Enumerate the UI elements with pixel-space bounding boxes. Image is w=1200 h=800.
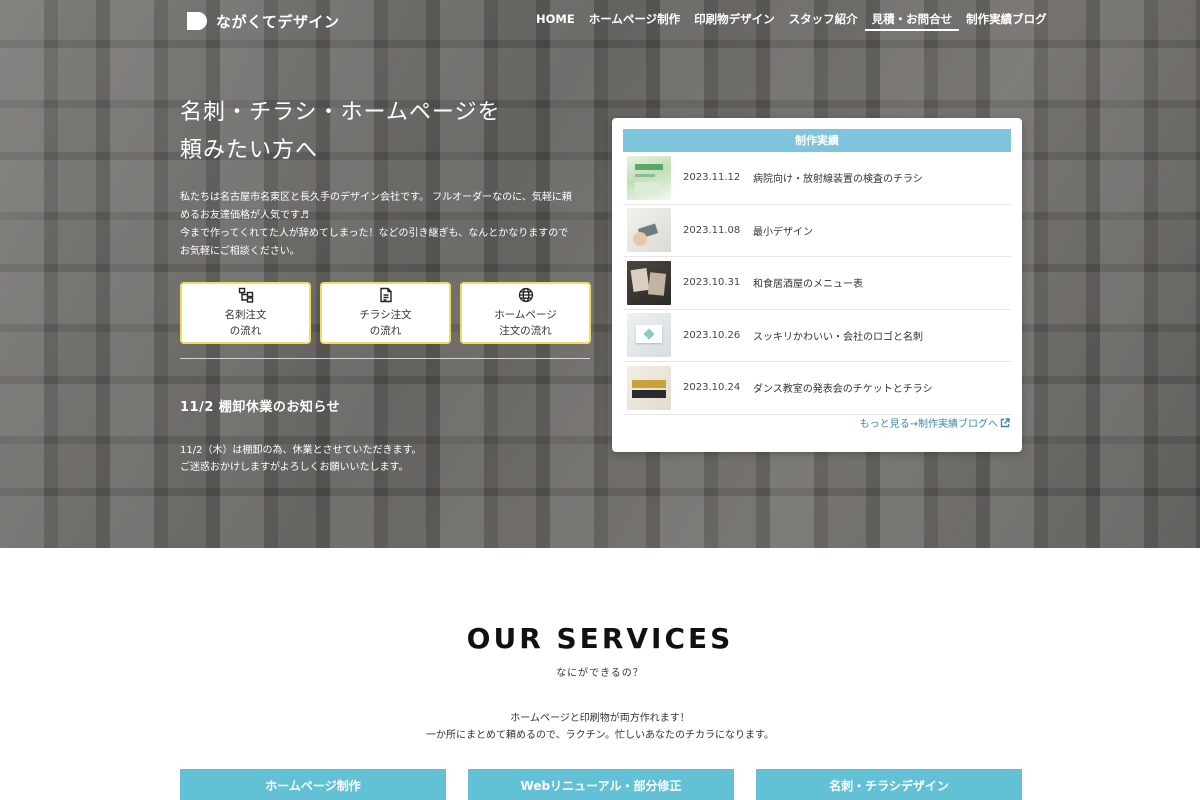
- document-icon: [379, 287, 392, 303]
- works-date: 2023.11.12: [683, 172, 741, 184]
- hero-desc-line: 私たちは名古屋市名東区と長久手のデザイン会社です。 フルオーダーなのに、気軽に頼: [180, 192, 572, 203]
- works-title: 和食居酒屋のメニュー表: [753, 279, 863, 291]
- works-item[interactable]: 2023.10.31 和食居酒屋のメニュー表: [623, 257, 1011, 310]
- business-card-flow-button[interactable]: 名刺注文 の流れ: [180, 282, 311, 344]
- globe-icon: [518, 287, 533, 303]
- works-header: 制作実績: [623, 129, 1011, 152]
- button-label: 名刺注文: [224, 309, 267, 321]
- service-tab-card-flyer[interactable]: 名刺・チラシデザイン: [756, 769, 1022, 800]
- works-title: 最小デザイン: [753, 226, 813, 238]
- service-tabs: ホームページ制作 Webリニューアル・部分修正 名刺・チラシデザイン: [180, 769, 1022, 800]
- sitemap-icon: [238, 287, 253, 303]
- hero-title-line: 頼みたい方へ: [180, 138, 319, 163]
- service-tab-web-renewal[interactable]: Webリニューアル・部分修正: [468, 769, 734, 800]
- hero-desc-line: めるお友達価格が人気です♬: [180, 210, 309, 221]
- nav-homepage[interactable]: ホームページ制作: [582, 11, 687, 31]
- button-label: 注文の流れ: [499, 325, 552, 337]
- services-desc-line: 一か所にまとめて頼めるので、ラクチン。忙しいあなたのチカラになります。: [426, 730, 774, 741]
- service-tab-homepage[interactable]: ホームページ制作: [180, 769, 446, 800]
- works-more-label: もっと見る→制作実績ブログへ: [859, 419, 998, 430]
- news-title[interactable]: 11/2 棚卸休業のお知らせ: [180, 396, 340, 415]
- nav-home[interactable]: HOME: [536, 11, 582, 31]
- works-title: スッキリかわいい・会社のロゴと名刺: [753, 331, 923, 343]
- logo-mark-icon: [187, 12, 207, 30]
- site-name: ながくてデザイン: [216, 12, 340, 31]
- hero-title-line: 名刺・チラシ・ホームページを: [180, 100, 501, 125]
- works-more-link[interactable]: もっと見る→制作実績ブログへ: [860, 415, 1010, 430]
- button-label: ホームページ: [494, 309, 557, 321]
- button-label: の流れ: [369, 325, 402, 337]
- main-nav: HOME ホームページ制作 印刷物デザイン スタッフ紹介 見積・お問合せ 制作実…: [536, 11, 1054, 31]
- works-thumbnail: [627, 260, 671, 305]
- nav-staff[interactable]: スタッフ紹介: [782, 11, 865, 31]
- hero-desc-line: お気軽にご相談ください。: [180, 246, 300, 257]
- works-item[interactable]: 2023.10.24 ダンス教室の発表会のチケットとチラシ: [623, 362, 1011, 415]
- works-thumbnail: [627, 313, 671, 358]
- news-body: 11/2（木）は棚卸の為、休業とさせていただきます。 ご迷惑おかけしますがよろし…: [180, 442, 421, 476]
- works-title: ダンス教室の発表会のチケットとチラシ: [753, 384, 933, 396]
- works-date: 2023.10.24: [683, 382, 741, 394]
- site-logo[interactable]: ながくてデザイン: [184, 9, 340, 33]
- works-item[interactable]: 2023.11.12 病院向け・放射線装置の検査のチラシ: [623, 152, 1011, 205]
- news-line: ご迷惑おかけしますがよろしくお願いいたします。: [180, 462, 409, 473]
- hero-description: 私たちは名古屋市名東区と長久手のデザイン会社です。 フルオーダーなのに、気軽に頼…: [180, 189, 594, 261]
- services-description: ホームページと印刷物が両方作れます！ 一か所にまとめて頼めるので、ラクチン。忙し…: [0, 710, 1200, 744]
- works-title: 病院向け・放射線装置の検査のチラシ: [753, 174, 923, 186]
- nav-estimate-contact[interactable]: 見積・お問合せ: [864, 11, 960, 31]
- services-subtitle: なにができるの？: [556, 668, 644, 679]
- homepage-flow-button[interactable]: ホームページ 注文の流れ: [460, 282, 591, 344]
- nav-works-blog[interactable]: 制作実績ブログ: [959, 11, 1054, 31]
- works-date: 2023.10.26: [683, 329, 741, 341]
- works-date: 2023.11.08: [683, 224, 741, 236]
- works-thumbnail: [627, 155, 671, 200]
- works-item[interactable]: 2023.11.08 最小デザイン: [623, 205, 1011, 257]
- news-line: 11/2（木）は棚卸の為、休業とさせていただきます。: [180, 445, 422, 456]
- external-link-icon: [1000, 417, 1010, 427]
- button-label: チラシ注文: [359, 309, 412, 321]
- hero-title: 名刺・チラシ・ホームページを 頼みたい方へ: [180, 94, 500, 170]
- flyer-flow-button[interactable]: チラシ注文 の流れ: [320, 282, 451, 344]
- nav-print-design[interactable]: 印刷物デザイン: [687, 11, 782, 31]
- works-item[interactable]: 2023.10.26 スッキリかわいい・会社のロゴと名刺: [623, 310, 1011, 362]
- order-flow-buttons: 名刺注文 の流れ チラシ注文 の流れ ホームページ 注文の流れ: [180, 282, 591, 344]
- divider: [180, 358, 590, 359]
- button-label: の流れ: [229, 325, 262, 337]
- hero-desc-line: 今まで作ってくれてた人が辞めてしまった！などの引き継ぎも、なんとかなりますので: [180, 228, 569, 239]
- works-thumbnail: [627, 365, 671, 410]
- works-card: 制作実績 2023.11.12 病院向け・放射線装置の検査のチラシ 2023.1…: [612, 118, 1022, 452]
- hero-section: ながくてデザイン HOME ホームページ制作 印刷物デザイン スタッフ紹介 見積…: [0, 0, 1200, 548]
- works-thumbnail: [627, 208, 671, 253]
- services-title: OUR SERVICES: [466, 622, 734, 655]
- works-date: 2023.10.31: [683, 277, 741, 289]
- services-desc-line: ホームページと印刷物が両方作れます！: [510, 713, 690, 724]
- works-list: 2023.11.12 病院向け・放射線装置の検査のチラシ 2023.11.08 …: [623, 152, 1011, 415]
